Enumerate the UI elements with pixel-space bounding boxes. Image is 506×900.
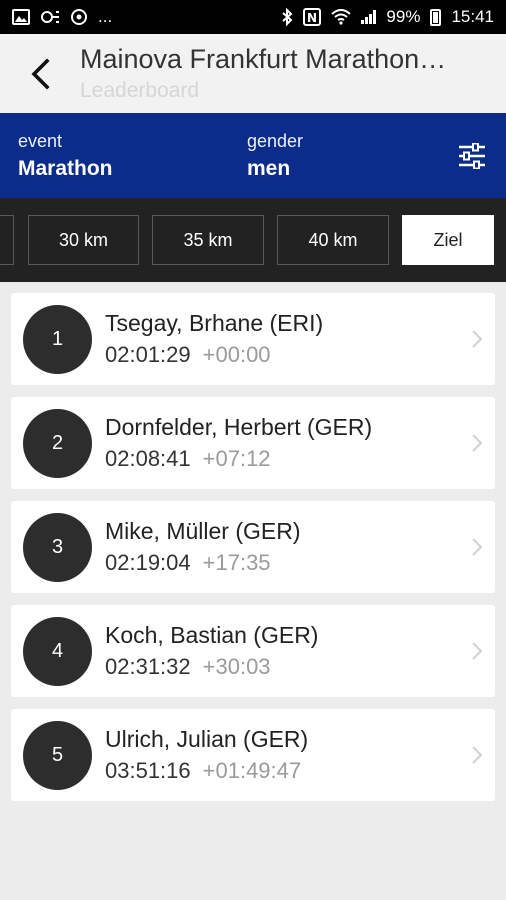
event-filter[interactable]: event Marathon — [18, 131, 247, 181]
runner-times: 02:19:04 +17:35 — [105, 550, 301, 576]
split-tabs: 30 km 35 km 40 km Ziel — [0, 198, 506, 282]
runner-info: Mike, Müller (GER) 02:19:04 +17:35 — [105, 518, 301, 576]
tab-35km[interactable]: 35 km — [152, 215, 264, 265]
status-bar: ... N 99% 15:41 — [0, 0, 506, 34]
status-dots: ... — [98, 7, 113, 26]
runner-time: 02:01:29 — [105, 341, 191, 367]
status-left: ... — [12, 7, 112, 27]
signal-icon — [361, 10, 377, 24]
chevron-right-icon — [472, 746, 483, 764]
chevron-right-icon — [472, 434, 483, 452]
filter-settings-button[interactable] — [452, 136, 492, 176]
back-button[interactable] — [0, 34, 80, 113]
rank-badge: 1 — [23, 304, 92, 374]
image-icon — [12, 9, 30, 25]
rank-badge: 4 — [23, 616, 92, 686]
runner-info: Dornfelder, Herbert (GER) 02:08:41 +07:12 — [105, 414, 372, 472]
leaderboard-row[interactable]: 2 Dornfelder, Herbert (GER) 02:08:41 +07:… — [11, 397, 495, 489]
runner-name: Ulrich, Julian (GER) — [105, 726, 309, 753]
leaderboard-row[interactable]: 3 Mike, Müller (GER) 02:19:04 +17:35 — [11, 501, 495, 593]
runner-info: Tsegay, Brhane (ERI) 02:01:29 +00:00 — [105, 310, 323, 368]
runner-name: Tsegay, Brhane (ERI) — [105, 310, 324, 337]
event-filter-label: event — [18, 130, 63, 151]
leaderboard-list: 1 Tsegay, Brhane (ERI) 02:01:29 +00:00 2 … — [0, 282, 506, 801]
wifi-icon — [331, 9, 352, 25]
tab-partial[interactable] — [0, 215, 14, 265]
runner-times: 02:31:32 +30:03 — [105, 654, 318, 680]
leaderboard-row[interactable]: 4 Koch, Bastian (GER) 02:31:32 +30:03 — [11, 605, 495, 697]
filter-bar: event Marathon gender men — [0, 113, 506, 198]
runner-info: Koch, Bastian (GER) 02:31:32 +30:03 — [105, 622, 318, 680]
sliders-icon — [459, 142, 485, 169]
gender-filter-label: gender — [247, 130, 304, 151]
leaderboard-row[interactable]: 5 Ulrich, Julian (GER) 03:51:16 +01:49:47 — [11, 709, 495, 801]
status-right: N 99% 15:41 — [281, 7, 494, 27]
tab-40km[interactable]: 40 km — [277, 215, 389, 265]
runner-name: Dornfelder, Herbert (GER) — [105, 414, 373, 441]
runner-gap: +17:35 — [202, 549, 271, 575]
battery-percent: 99% — [386, 7, 421, 26]
runner-gap: +30:03 — [202, 653, 271, 679]
runner-time: 03:51:16 — [105, 757, 191, 783]
chevron-right-icon — [472, 330, 483, 348]
runner-gap: +07:12 — [202, 445, 271, 471]
runner-time: 02:08:41 — [105, 445, 191, 471]
runner-times: 02:01:29 +00:00 — [105, 342, 323, 368]
page-title: Mainova Frankfurt Marathon… — [80, 43, 447, 74]
runner-times: 02:08:41 +07:12 — [105, 446, 372, 472]
runner-name: Mike, Müller (GER) — [105, 518, 301, 545]
status-time: 15:41 — [451, 7, 494, 26]
cast-icon — [41, 11, 59, 23]
battery-icon — [430, 8, 442, 26]
chevron-right-icon — [472, 538, 483, 556]
runner-gap: +01:49:47 — [202, 757, 302, 783]
app-bar: Mainova Frankfurt Marathon… Leaderboard — [0, 34, 506, 113]
runner-time: 02:31:32 — [105, 653, 191, 679]
runner-name: Koch, Bastian (GER) — [105, 622, 319, 649]
gender-filter-value: men — [247, 156, 291, 180]
svg-text:N: N — [307, 11, 317, 25]
tab-ziel[interactable]: Ziel — [402, 215, 494, 265]
runner-info: Ulrich, Julian (GER) 03:51:16 +01:49:47 — [105, 726, 308, 784]
chevron-right-icon — [472, 642, 483, 660]
rank-badge: 5 — [23, 720, 92, 790]
nfc-icon: N — [303, 8, 322, 26]
rank-badge: 3 — [23, 512, 92, 582]
page-subtitle: Leaderboard — [80, 79, 200, 103]
tab-30km[interactable]: 30 km — [28, 215, 139, 265]
bluetooth-icon — [282, 8, 293, 26]
gender-filter[interactable]: gender men — [247, 131, 452, 181]
leaderboard-row[interactable]: 1 Tsegay, Brhane (ERI) 02:01:29 +00:00 — [11, 293, 495, 385]
arrow-back-icon — [31, 57, 50, 90]
rank-badge: 2 — [23, 408, 92, 478]
runner-time: 02:19:04 — [105, 549, 191, 575]
sync-icon — [71, 9, 87, 25]
runner-times: 03:51:16 +01:49:47 — [105, 758, 308, 784]
runner-gap: +00:00 — [202, 341, 271, 367]
title-block: Mainova Frankfurt Marathon… Leaderboard — [80, 44, 506, 103]
event-filter-value: Marathon — [18, 156, 113, 180]
